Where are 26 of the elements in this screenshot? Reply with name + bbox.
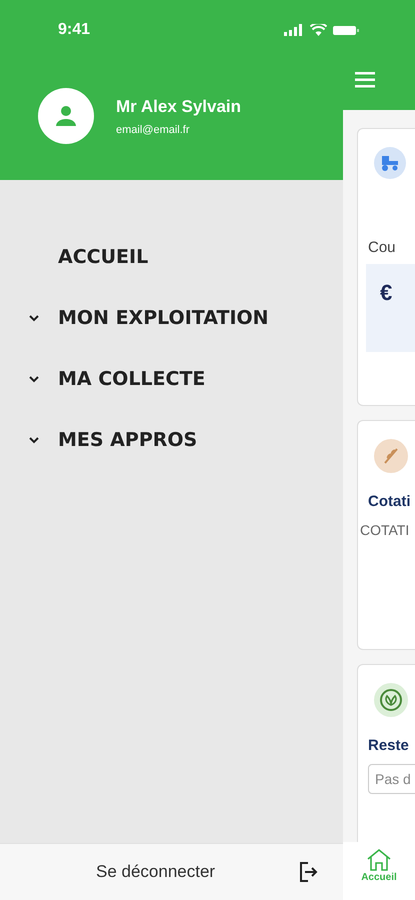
chevron-down-icon (28, 374, 40, 382)
wifi-icon (310, 24, 327, 36)
status-time: 9:41 (58, 21, 92, 39)
signal-icon (284, 24, 304, 36)
home-icon (364, 848, 393, 872)
user-email: email@email.fr (116, 124, 191, 136)
chevron-down-icon (28, 314, 40, 322)
logout-icon[interactable] (299, 861, 319, 883)
menu-icon[interactable] (355, 72, 375, 88)
menu-item[interactable]: MA COLLECTE (0, 364, 343, 393)
card-title: Cotati (368, 493, 412, 510)
input-field[interactable]: Pas d (368, 764, 415, 794)
menu-item[interactable]: MES APPROS (0, 425, 343, 454)
currency-symbol: € (380, 280, 392, 305)
card-subtitle: Cou (368, 239, 397, 256)
logout-button[interactable]: Se déconnecter (90, 861, 222, 883)
tractor-icon (374, 147, 406, 179)
menu-item[interactable]: MON EXPLOITATION (0, 303, 343, 332)
plant-icon (374, 683, 408, 717)
user-name: Mr Alex Sylvain (116, 96, 242, 116)
card-title: Reste (368, 737, 410, 754)
chevron-down-icon (28, 436, 40, 444)
card-subtitle: COTATI (360, 522, 410, 538)
menu-item[interactable]: ACCUEIL (0, 242, 343, 271)
battery-icon (333, 24, 359, 36)
person-icon (55, 105, 77, 127)
